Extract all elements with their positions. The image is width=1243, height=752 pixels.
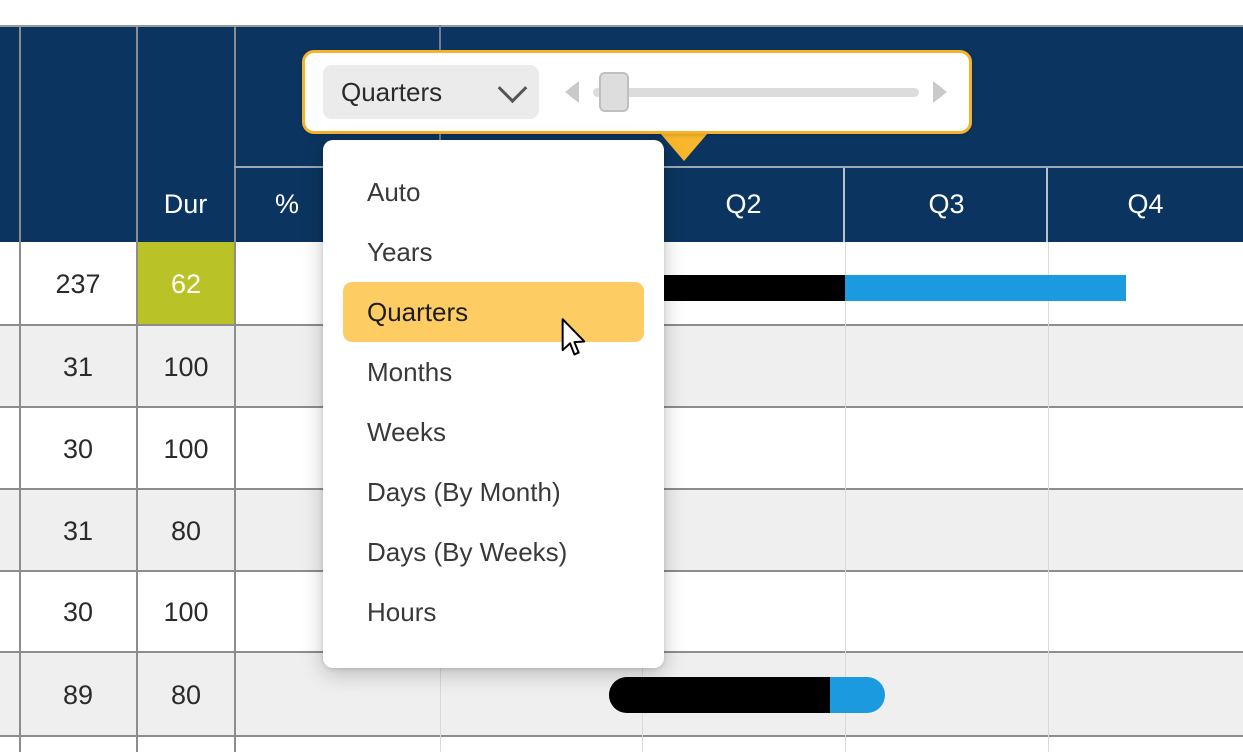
table-row-partial[interactable] xyxy=(0,737,1243,752)
cell-pct: 100 xyxy=(137,408,235,490)
menu-item-months[interactable]: Months xyxy=(343,342,644,402)
menu-item-auto[interactable]: Auto xyxy=(343,162,644,222)
slider-thumb[interactable] xyxy=(599,72,629,112)
triangle-left-icon[interactable] xyxy=(565,81,579,103)
cell-pct: 80 xyxy=(137,653,235,737)
body-divider-1 xyxy=(136,242,138,752)
popup-pointer-arrow xyxy=(660,133,708,161)
cell-pct: 100 xyxy=(137,572,235,653)
column-header-rownum xyxy=(20,166,136,242)
timeline-gridline xyxy=(845,242,846,752)
body-divider-2 xyxy=(234,242,236,752)
slider-track-area[interactable] xyxy=(593,74,919,110)
gantt-chart-screen: Dur % Q1 Q2 Q3 Q4 237 62 31 100 30 100 3… xyxy=(0,0,1243,752)
column-header-dur[interactable]: Dur xyxy=(137,166,234,242)
cell-dur: 31 xyxy=(20,326,136,408)
cell-pct: 80 xyxy=(137,490,235,572)
cell-dur: 30 xyxy=(20,408,136,490)
cell-dur: 31 xyxy=(20,490,136,572)
menu-item-quarters[interactable]: Quarters xyxy=(343,282,644,342)
row-separator xyxy=(0,735,1243,737)
zoom-slider[interactable] xyxy=(565,74,947,110)
timescale-dropdown-menu: Auto Years Quarters Months Weeks Days (B… xyxy=(323,140,664,668)
quarter-header-q4[interactable]: Q4 xyxy=(1048,166,1243,242)
menu-item-hours[interactable]: Hours xyxy=(343,582,644,642)
menu-item-days-by-weeks[interactable]: Days (By Weeks) xyxy=(343,522,644,582)
cell-pct: 100 xyxy=(137,326,235,408)
quarter-header-q3[interactable]: Q3 xyxy=(845,166,1048,242)
cell-dur: 237 xyxy=(20,242,136,326)
timescale-toolbar-popup: Quarters xyxy=(302,50,972,134)
timescale-unit-select[interactable]: Quarters xyxy=(323,65,539,119)
slider-track[interactable] xyxy=(593,88,919,97)
menu-item-weeks[interactable]: Weeks xyxy=(343,402,644,462)
chevron-down-icon xyxy=(498,73,528,103)
menu-item-days-by-month[interactable]: Days (By Month) xyxy=(343,462,644,522)
menu-item-years[interactable]: Years xyxy=(343,222,644,282)
body-divider-0 xyxy=(19,242,21,752)
cell-dur: 30 xyxy=(20,572,136,653)
quarter-header-q2[interactable]: Q2 xyxy=(642,166,845,242)
timeline-gridline xyxy=(1048,242,1049,752)
timescale-unit-label: Quarters xyxy=(341,79,442,105)
quarter-divider-3 xyxy=(1046,168,1048,242)
quarter-divider-2 xyxy=(843,168,845,242)
triangle-right-icon[interactable] xyxy=(933,81,947,103)
cell-pct: 62 xyxy=(137,242,235,326)
top-strip xyxy=(0,0,1243,25)
cell-dur: 89 xyxy=(20,653,136,737)
